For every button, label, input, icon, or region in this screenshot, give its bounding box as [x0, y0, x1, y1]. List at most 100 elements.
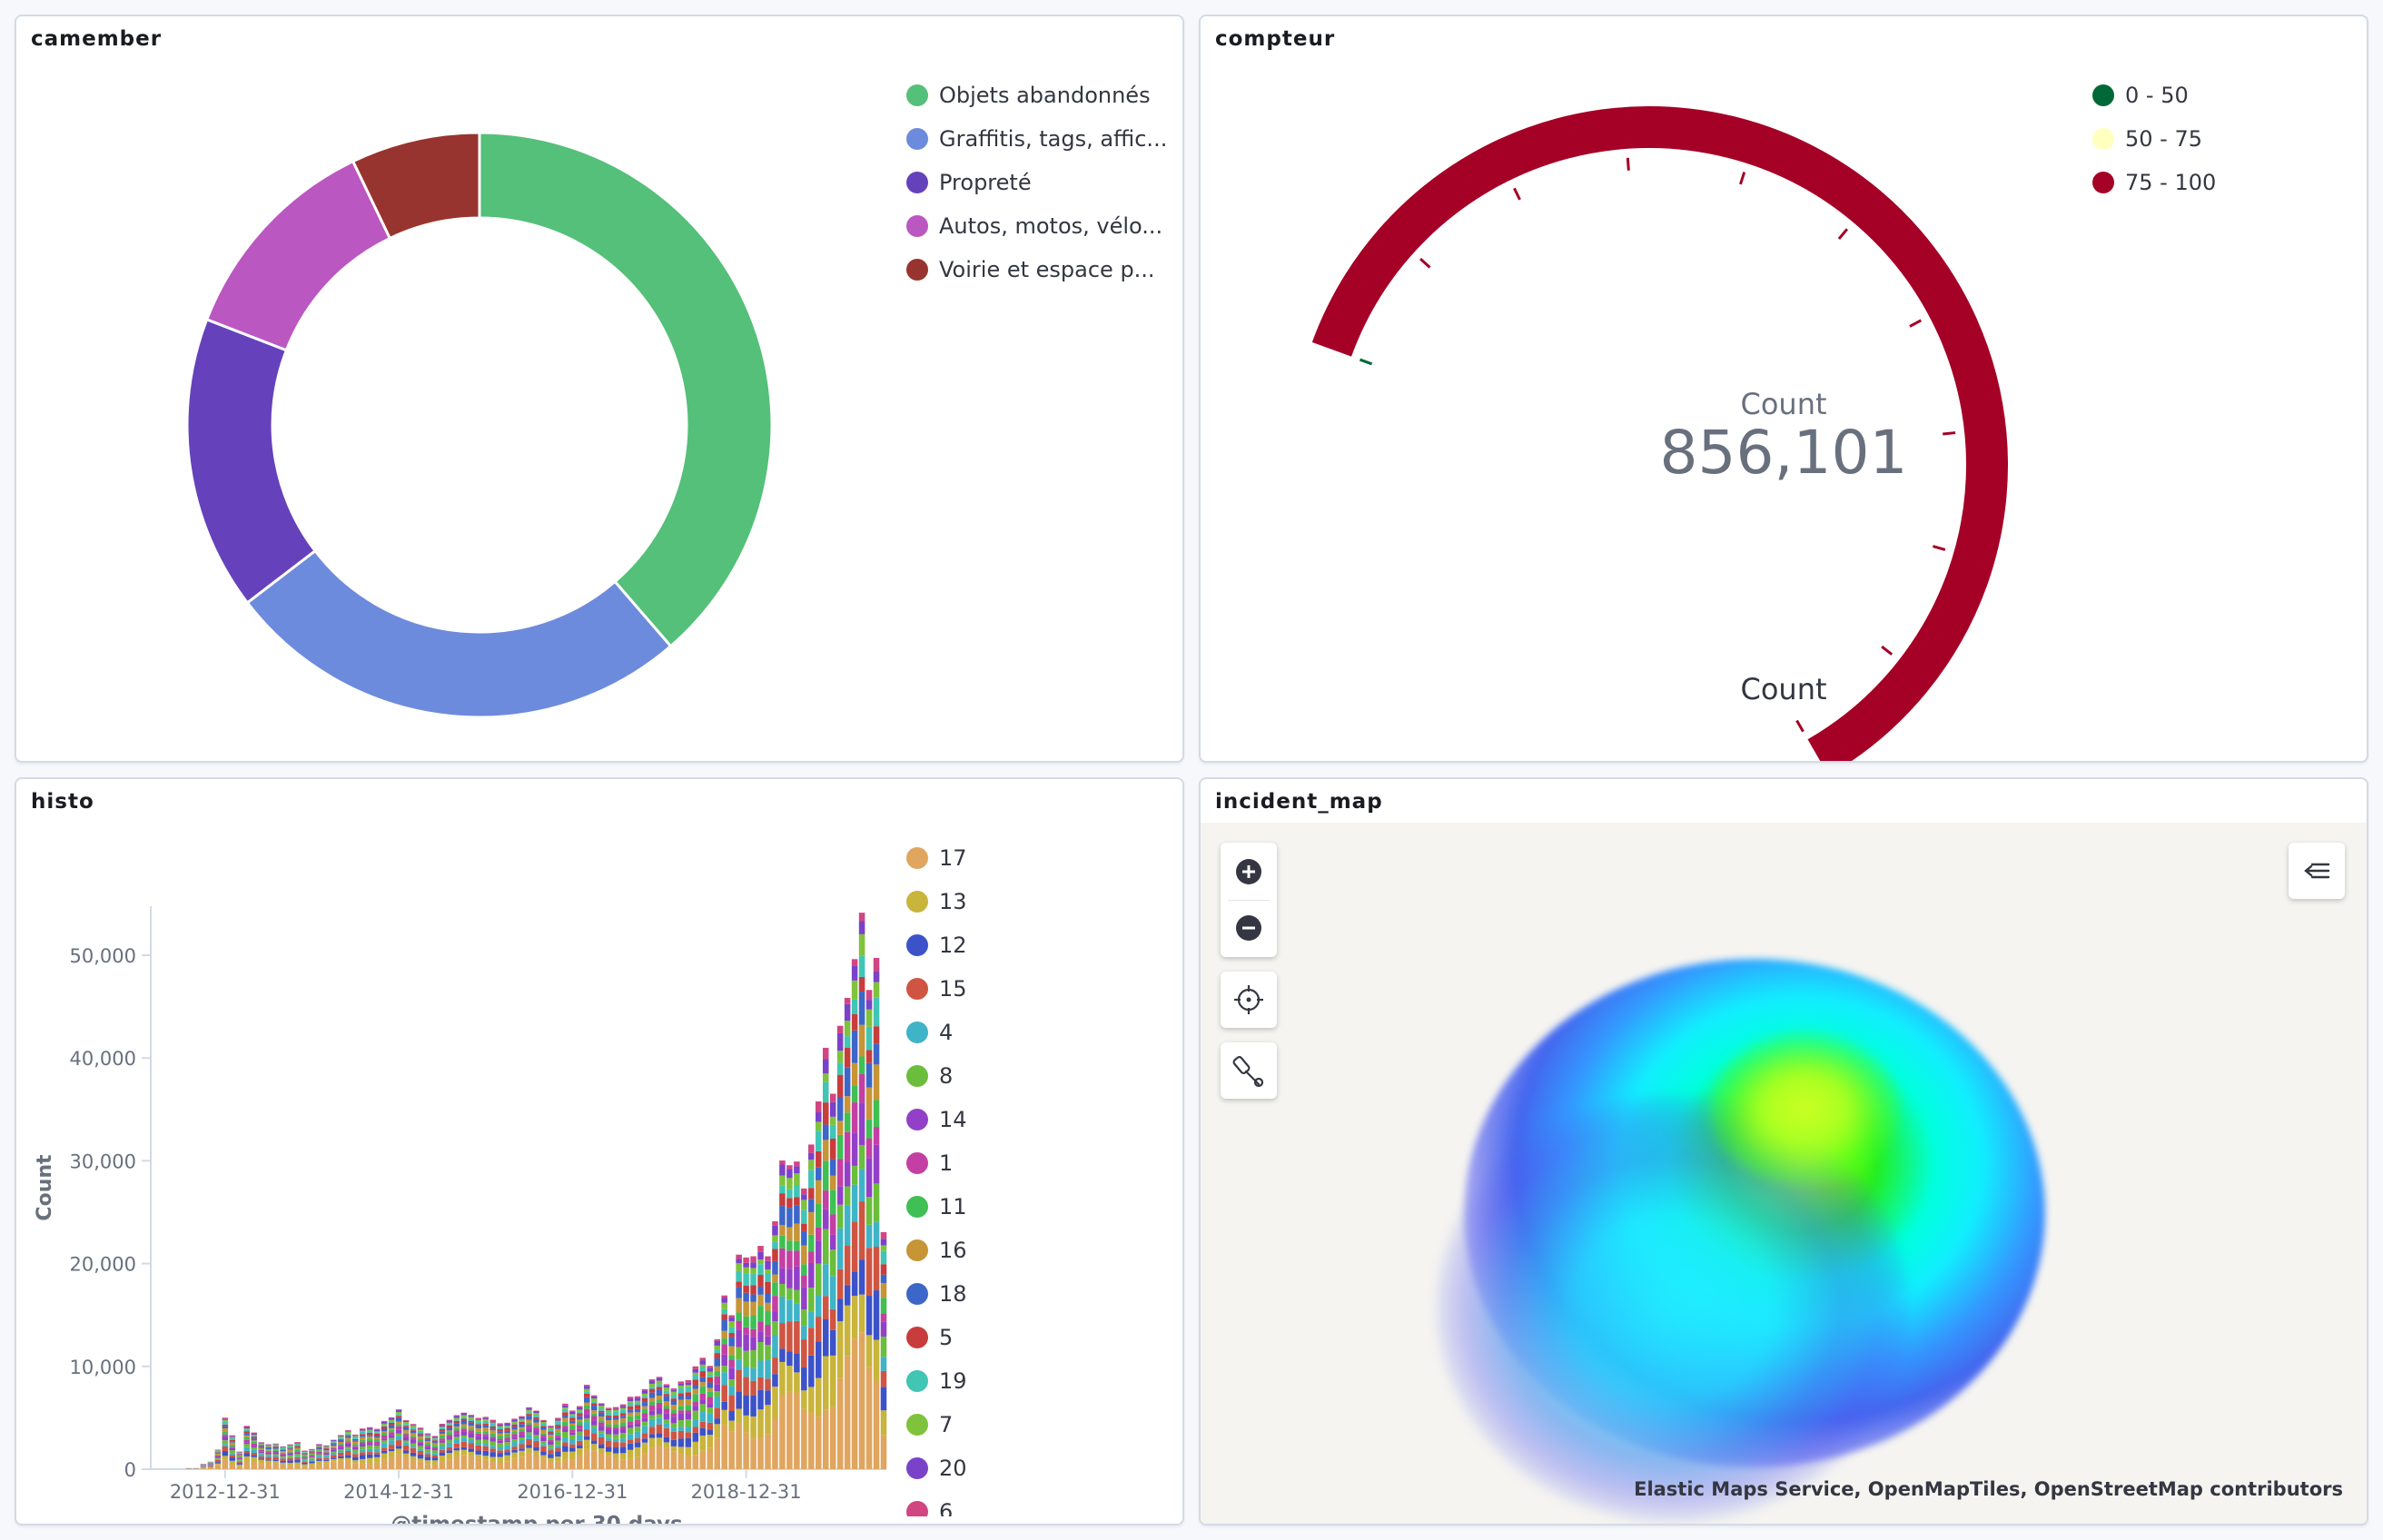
bar-segment[interactable] [743, 1267, 749, 1274]
bar-segment[interactable] [619, 1446, 627, 1454]
bar-segment[interactable] [736, 1329, 742, 1348]
bar-segment[interactable] [280, 1456, 286, 1458]
bar-segment[interactable] [750, 1294, 756, 1302]
bar-segment[interactable] [627, 1409, 634, 1413]
bar-segment[interactable] [460, 1441, 468, 1447]
bar-segment[interactable] [670, 1398, 677, 1401]
bar-segment[interactable] [772, 1260, 778, 1275]
bar-segment[interactable] [489, 1446, 496, 1449]
bar-segment[interactable] [619, 1433, 627, 1439]
bar-segment[interactable] [236, 1454, 243, 1456]
bar-segment[interactable] [598, 1452, 605, 1469]
bar-segment[interactable] [590, 1410, 598, 1414]
bar-segment[interactable] [656, 1387, 663, 1390]
bar-segment[interactable] [294, 1451, 301, 1453]
bar-segment[interactable] [229, 1460, 236, 1465]
bar-segment[interactable] [677, 1420, 685, 1427]
bar-segment[interactable] [243, 1439, 251, 1443]
bar-segment[interactable] [714, 1353, 720, 1359]
bar-segment[interactable] [258, 1445, 264, 1446]
bar-segment[interactable] [816, 1101, 822, 1112]
bar-segment[interactable] [858, 1332, 865, 1469]
bar-segment[interactable] [468, 1439, 475, 1444]
bar-segment[interactable] [663, 1401, 670, 1407]
bar-segment[interactable] [736, 1359, 742, 1370]
bar-segment[interactable] [207, 1462, 214, 1464]
bar-segment[interactable] [880, 1387, 887, 1411]
bar-segment[interactable] [772, 1311, 778, 1322]
bar-segment[interactable] [634, 1426, 641, 1432]
bar-segment[interactable] [381, 1447, 388, 1451]
bar-segment[interactable] [439, 1424, 446, 1426]
bar-segment[interactable] [648, 1392, 656, 1398]
bar-segment[interactable] [562, 1408, 569, 1413]
bar-segment[interactable] [865, 1224, 873, 1249]
bar-segment[interactable] [338, 1450, 344, 1453]
bar-segment[interactable] [439, 1429, 446, 1432]
bar-segment[interactable] [504, 1449, 510, 1453]
bar-segment[interactable] [743, 1262, 749, 1268]
bar-segment[interactable] [236, 1451, 243, 1453]
bar-segment[interactable] [569, 1429, 576, 1433]
bar-segment[interactable] [504, 1461, 510, 1469]
bar-segment[interactable] [829, 1329, 836, 1356]
bar-segment[interactable] [648, 1415, 656, 1419]
bar-segment[interactable] [670, 1431, 677, 1440]
bar-segment[interactable] [598, 1410, 605, 1413]
bar-segment[interactable] [584, 1393, 590, 1397]
bar-segment[interactable] [533, 1411, 539, 1414]
bar-segment[interactable] [750, 1337, 756, 1350]
bar-segment[interactable] [497, 1433, 503, 1436]
bar-segment[interactable] [829, 1138, 836, 1160]
bar-segment[interactable] [302, 1462, 308, 1465]
bar-segment[interactable] [302, 1455, 308, 1456]
bar-segment[interactable] [721, 1385, 727, 1402]
bar-segment[interactable] [873, 971, 880, 982]
bar-segment[interactable] [366, 1454, 373, 1458]
bar-segment[interactable] [786, 1169, 793, 1179]
bar-segment[interactable] [475, 1433, 482, 1436]
bar-segment[interactable] [548, 1454, 554, 1458]
bar-segment[interactable] [345, 1435, 351, 1436]
bar-segment[interactable] [526, 1438, 532, 1446]
bar-segment[interactable] [540, 1436, 547, 1442]
bar-segment[interactable] [829, 1116, 836, 1125]
bar-segment[interactable] [590, 1406, 598, 1411]
bar-segment[interactable] [316, 1454, 322, 1456]
bar-segment[interactable] [728, 1346, 735, 1356]
bar-segment[interactable] [214, 1452, 222, 1454]
bar-segment[interactable] [331, 1452, 337, 1456]
bar-segment[interactable] [757, 1294, 764, 1307]
bar-segment[interactable] [388, 1456, 395, 1469]
bar-segment[interactable] [511, 1438, 518, 1443]
bar-segment[interactable] [366, 1441, 373, 1444]
bar-segment[interactable] [359, 1431, 366, 1435]
bar-segment[interactable] [309, 1463, 315, 1466]
bar-segment[interactable] [692, 1385, 699, 1389]
bar-segment[interactable] [641, 1406, 648, 1409]
bar-segment[interactable] [786, 1198, 793, 1209]
bar-segment[interactable] [619, 1407, 627, 1410]
bar-segment[interactable] [272, 1448, 279, 1451]
bar-segment[interactable] [590, 1425, 598, 1428]
bar-segment[interactable] [656, 1424, 663, 1434]
bar-segment[interactable] [272, 1452, 279, 1455]
bar-segment[interactable] [562, 1405, 569, 1408]
bar-segment[interactable] [439, 1426, 446, 1428]
bar-segment[interactable] [533, 1446, 539, 1451]
bar-segment[interactable] [272, 1444, 279, 1445]
bar-segment[interactable] [641, 1396, 648, 1398]
bar-segment[interactable] [526, 1445, 532, 1448]
bar-segment[interactable] [468, 1437, 475, 1440]
bar-segment[interactable] [685, 1392, 692, 1397]
bar-segment[interactable] [663, 1408, 670, 1414]
bar-segment[interactable] [381, 1431, 388, 1433]
bar-segment[interactable] [873, 1026, 880, 1044]
bar-segment[interactable] [612, 1408, 619, 1410]
bar-segment[interactable] [808, 1413, 815, 1469]
bar-segment[interactable] [489, 1438, 496, 1442]
bar-segment[interactable] [287, 1444, 293, 1446]
bar-segment[interactable] [590, 1440, 598, 1445]
bar-segment[interactable] [497, 1436, 503, 1439]
bar-segment[interactable] [562, 1437, 569, 1443]
